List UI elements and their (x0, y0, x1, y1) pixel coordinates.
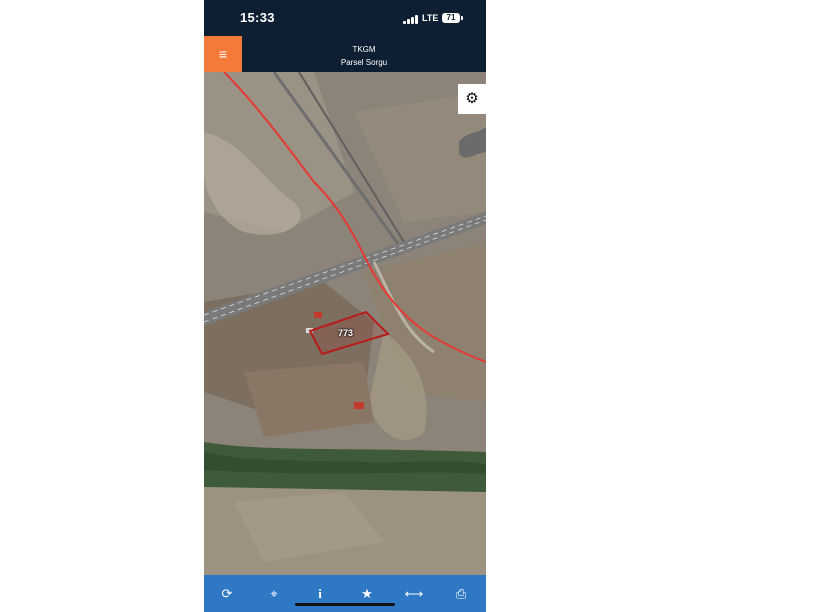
network-type: LTE (422, 13, 439, 23)
home-indicator (295, 603, 395, 606)
signal-icon (403, 14, 419, 24)
app-header: ≡ TKGM Parsel Sorgu (204, 36, 486, 72)
info-icon[interactable]: i (306, 575, 334, 612)
locate-icon[interactable]: ⌖ (260, 575, 288, 612)
menu-button[interactable]: ≡ (204, 36, 242, 72)
status-time: 15:33 (240, 10, 275, 25)
map-imagery (204, 72, 486, 575)
battery-tip (461, 16, 463, 20)
phone-screen: 15:33 LTE 71 ≡ TKGM Parsel Sorgu 773 ⚙ ⟳… (204, 0, 486, 612)
satellite-map[interactable]: 773 ⚙ (204, 72, 486, 575)
bottom-toolbar: ⟳ ⌖ i ★ ⟷ ⎙ (204, 575, 486, 612)
gear-icon: ⚙ (465, 90, 479, 107)
measure-icon[interactable]: ⟷ (400, 575, 428, 612)
settings-button[interactable]: ⚙ (458, 84, 486, 114)
battery-icon: 71 (442, 13, 460, 23)
app-title: TKGM (352, 45, 376, 54)
parcel-number-label[interactable]: 773 (338, 328, 353, 338)
status-bar: 15:33 LTE 71 (204, 0, 486, 36)
star-icon[interactable]: ★ (353, 575, 381, 612)
app-subtitle: Parsel Sorgu (340, 58, 388, 67)
print-icon[interactable]: ⎙ (447, 575, 475, 612)
refresh-icon[interactable]: ⟳ (213, 575, 241, 612)
